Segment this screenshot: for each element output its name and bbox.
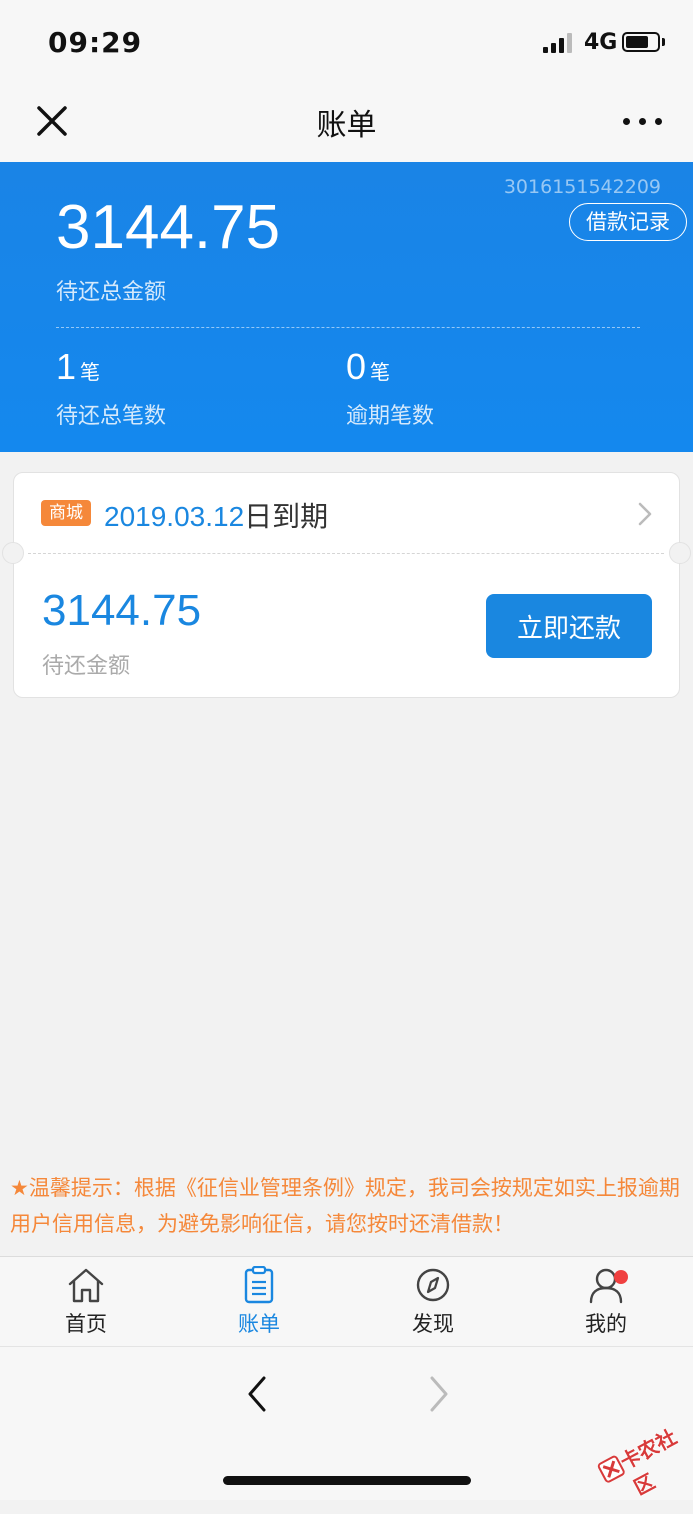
signal-icon — [543, 33, 575, 53]
tab-mine-label: 我的 — [585, 1312, 627, 1336]
tab-discover-label: 发现 — [412, 1312, 454, 1336]
loan-record-button[interactable]: 借款记录 — [569, 203, 687, 241]
pending-count-label: 待还总笔数 — [56, 404, 167, 429]
battery-cap — [662, 38, 665, 46]
mall-badge: 商城 — [41, 500, 91, 526]
total-amount: 3144.75 — [56, 193, 281, 262]
due-suffix: 日到期 — [244, 500, 329, 533]
chevron-right-icon — [430, 1376, 448, 1412]
back-button[interactable] — [240, 1372, 276, 1416]
overdue-count: 0笔 — [346, 346, 390, 388]
overdue-count-value: 0 — [346, 346, 367, 387]
chevron-left-icon — [248, 1376, 266, 1412]
more-button[interactable] — [612, 104, 672, 140]
tab-bill-label: 账单 — [238, 1312, 280, 1336]
compass-icon — [416, 1268, 450, 1302]
due-date-row[interactable]: 2019.03.12日到期 — [104, 495, 328, 535]
home-icon — [68, 1268, 104, 1303]
due-date: 2019.03.12 — [104, 501, 245, 532]
bill-detail-chevron[interactable] — [636, 502, 654, 526]
bill-icon — [244, 1266, 274, 1304]
forward-button[interactable] — [422, 1372, 458, 1416]
page-title: 账单 — [316, 108, 377, 143]
tab-home-label: 首页 — [65, 1312, 107, 1336]
card-notch-right — [669, 542, 691, 564]
bill-amount: 3144.75 — [42, 586, 202, 635]
tab-discover[interactable]: 发现 — [373, 1266, 493, 1338]
network-type: 4G — [584, 30, 618, 55]
chevron-right-icon — [638, 502, 652, 526]
battery-icon — [622, 32, 660, 52]
bill-amount-label: 待还金额 — [42, 654, 131, 679]
overdue-count-unit: 笔 — [370, 360, 391, 384]
tab-home[interactable]: 首页 — [26, 1266, 146, 1338]
more-dot-icon — [623, 118, 630, 125]
more-dot-icon — [655, 118, 662, 125]
home-indicator[interactable] — [223, 1476, 471, 1485]
pending-count-value: 1 — [56, 346, 77, 387]
card-notch-left — [2, 542, 24, 564]
total-amount-label: 待还总金额 — [56, 280, 167, 305]
tab-bill[interactable]: 账单 — [199, 1266, 319, 1338]
repay-now-button[interactable]: 立即还款 — [486, 594, 652, 658]
pending-count: 1笔 — [56, 346, 100, 388]
account-number: 3016151542209 — [503, 176, 661, 198]
summary-divider — [56, 327, 640, 328]
status-time: 09:29 — [48, 26, 143, 59]
notification-dot — [614, 1270, 628, 1284]
more-dot-icon — [639, 118, 646, 125]
card-divider — [28, 553, 664, 554]
credit-notice: ★温馨提示：根据《征信业管理条例》规定，我司会按规定如实上报逾期用户信用信息，为… — [10, 1176, 680, 1236]
tab-mine[interactable]: 我的 — [546, 1266, 666, 1338]
pending-count-unit: 笔 — [80, 360, 101, 384]
overdue-count-label: 逾期笔数 — [346, 404, 435, 429]
